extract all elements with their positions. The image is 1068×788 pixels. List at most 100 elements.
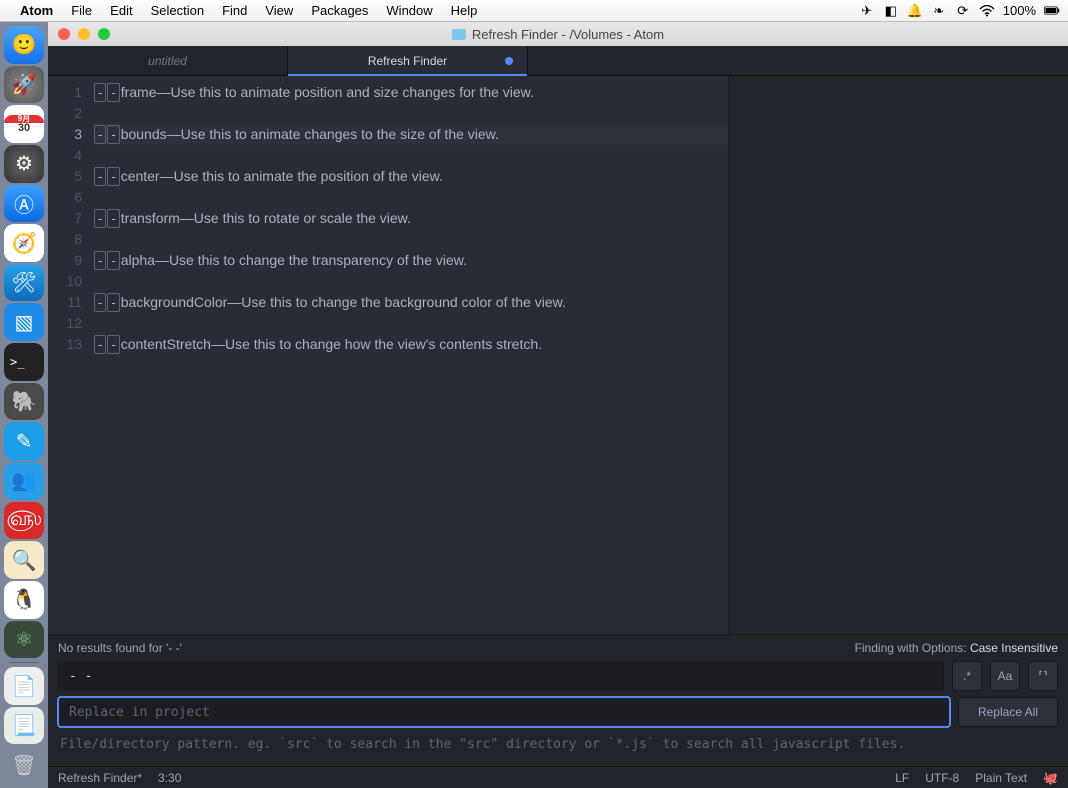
line-number[interactable]: 5 bbox=[48, 166, 82, 187]
dock-netease-icon[interactable]: ௵ bbox=[4, 502, 44, 540]
dock-separator bbox=[9, 662, 39, 663]
window-minimize-button[interactable] bbox=[78, 28, 90, 40]
menu-selection[interactable]: Selection bbox=[151, 3, 204, 18]
dock-maps-icon[interactable]: 🔍 bbox=[4, 541, 44, 579]
menu-file[interactable]: File bbox=[71, 3, 92, 18]
dock-calendar-icon[interactable]: 9月30 bbox=[4, 105, 44, 143]
find-wholeword-button[interactable]: ⸢⸣ bbox=[1028, 661, 1058, 691]
invisible-char: - bbox=[94, 335, 106, 354]
window-zoom-button[interactable] bbox=[98, 28, 110, 40]
line-text: frame—Use this to animate position and s… bbox=[121, 84, 534, 100]
dock-doc2-icon[interactable]: 📃 bbox=[4, 707, 44, 745]
dock-launchpad-icon[interactable]: 🚀 bbox=[4, 66, 44, 104]
status-app-icon[interactable]: ◧ bbox=[883, 3, 899, 19]
editor-lines[interactable]: --frame—Use this to animate position and… bbox=[90, 76, 728, 634]
dock-finder-icon[interactable]: 🙂 bbox=[4, 26, 44, 64]
dock-xcode-icon[interactable]: 🛠 bbox=[4, 264, 44, 302]
status-sync-icon[interactable]: ⟳ bbox=[955, 3, 971, 19]
find-regex-button[interactable]: .* bbox=[952, 661, 982, 691]
editor-line[interactable] bbox=[94, 103, 728, 124]
editor-line[interactable]: --frame—Use this to animate position and… bbox=[94, 82, 728, 103]
line-text: backgroundColor—Use this to change the b… bbox=[121, 294, 566, 310]
find-options-label: Finding with Options: Case Insensitive bbox=[855, 641, 1058, 655]
line-number[interactable]: 7 bbox=[48, 208, 82, 229]
line-number[interactable]: 3 bbox=[48, 124, 82, 145]
dock-atom-icon[interactable]: ⚛ bbox=[4, 621, 44, 659]
editor-line[interactable] bbox=[94, 145, 728, 166]
line-number[interactable]: 11 bbox=[48, 292, 82, 313]
editor-line[interactable]: --backgroundColor—Use this to change the… bbox=[94, 292, 728, 313]
editor-line[interactable] bbox=[94, 313, 728, 334]
line-number[interactable]: 13 bbox=[48, 334, 82, 355]
editor-line[interactable]: --center—Use this to animate the positio… bbox=[94, 166, 728, 187]
line-number[interactable]: 4 bbox=[48, 145, 82, 166]
window-titlebar[interactable]: Refresh Finder - /Volumes - Atom bbox=[48, 22, 1068, 46]
menu-edit[interactable]: Edit bbox=[110, 3, 132, 18]
line-number[interactable]: 12 bbox=[48, 313, 82, 334]
find-case-button[interactable]: Aa bbox=[990, 661, 1020, 691]
dock-doc-icon[interactable]: 📄 bbox=[4, 667, 44, 705]
line-text: transform—Use this to rotate or scale th… bbox=[121, 210, 411, 226]
status-grammar[interactable]: Plain Text bbox=[975, 771, 1027, 785]
invisible-char: - bbox=[107, 83, 119, 102]
line-text: center—Use this to animate the position … bbox=[121, 168, 443, 184]
line-number[interactable]: 1 bbox=[48, 82, 82, 103]
line-number[interactable]: 6 bbox=[48, 187, 82, 208]
dock-appstore-icon[interactable]: Ⓐ bbox=[4, 185, 44, 223]
window-close-button[interactable] bbox=[58, 28, 70, 40]
editor-line[interactable] bbox=[94, 229, 728, 250]
line-number[interactable]: 8 bbox=[48, 229, 82, 250]
line-number[interactable]: 10 bbox=[48, 271, 82, 292]
dock-evernote-icon[interactable]: 🐘 bbox=[4, 383, 44, 421]
replace-all-button[interactable]: Replace All bbox=[958, 697, 1058, 727]
menu-find[interactable]: Find bbox=[222, 3, 247, 18]
dock-mweb-icon[interactable]: ✎ bbox=[4, 422, 44, 460]
line-number[interactable]: 9 bbox=[48, 250, 82, 271]
menu-packages[interactable]: Packages bbox=[311, 3, 368, 18]
status-cursor-position[interactable]: 3:30 bbox=[158, 771, 181, 785]
menu-view[interactable]: View bbox=[265, 3, 293, 18]
invisible-char: - bbox=[94, 251, 106, 270]
find-and-replace-panel: No results found for '- -' Finding with … bbox=[48, 634, 1068, 766]
menu-help[interactable]: Help bbox=[451, 3, 478, 18]
invisible-char: - bbox=[94, 125, 106, 144]
tab-refresh-finder[interactable]: Refresh Finder bbox=[288, 46, 528, 75]
line-text: bounds—Use this to animate changes to th… bbox=[121, 126, 499, 142]
status-wifi-icon[interactable] bbox=[979, 3, 995, 19]
editor-line[interactable]: --contentStretch—Use this to change how … bbox=[94, 334, 728, 355]
line-number[interactable]: 2 bbox=[48, 103, 82, 124]
macos-menubar: Atom File Edit Selection Find View Packa… bbox=[0, 0, 1068, 22]
menu-app[interactable]: Atom bbox=[20, 3, 53, 18]
replace-input[interactable] bbox=[58, 697, 950, 727]
line-text: alpha—Use this to change the transparenc… bbox=[121, 252, 467, 268]
editor-line[interactable] bbox=[94, 271, 728, 292]
dock-app-blue-icon[interactable]: ▧ bbox=[4, 303, 44, 341]
macos-dock: 🙂 🚀 9月30 ⚙ Ⓐ 🧭 🛠 ▧ >_ 🐘 ✎ 👥 ௵ 🔍 🐧 ⚛ 📄 📃 … bbox=[0, 22, 48, 788]
menu-window[interactable]: Window bbox=[386, 3, 432, 18]
editor-line[interactable]: --alpha—Use this to change the transpare… bbox=[94, 250, 728, 271]
status-evernote-icon[interactable]: ❧ bbox=[931, 3, 947, 19]
editor-line[interactable]: --bounds—Use this to animate changes to … bbox=[94, 124, 728, 145]
dock-systemprefs-icon[interactable]: ⚙ bbox=[4, 145, 44, 183]
line-number-gutter[interactable]: 12345678910111213 bbox=[48, 76, 90, 634]
invisible-char: - bbox=[107, 167, 119, 186]
dock-trash-icon[interactable]: 🗑 bbox=[4, 746, 44, 784]
dock-terminal-icon[interactable]: >_ bbox=[4, 343, 44, 381]
folder-icon bbox=[452, 29, 466, 40]
dock-qq-icon[interactable]: 🐧 bbox=[4, 581, 44, 619]
status-send-icon[interactable]: ✈ bbox=[859, 3, 875, 19]
dock-contacts-icon[interactable]: 👥 bbox=[4, 462, 44, 500]
editor-line[interactable] bbox=[94, 187, 728, 208]
text-editor[interactable]: 12345678910111213 --frame—Use this to an… bbox=[48, 76, 1068, 634]
editor-line[interactable]: --transform—Use this to rotate or scale … bbox=[94, 208, 728, 229]
invisible-char: - bbox=[107, 293, 119, 312]
find-result-message: No results found for '- -' bbox=[58, 641, 847, 655]
status-line-ending[interactable]: LF bbox=[895, 771, 909, 785]
dock-safari-icon[interactable]: 🧭 bbox=[4, 224, 44, 262]
find-input[interactable] bbox=[58, 661, 944, 691]
status-file[interactable]: Refresh Finder* bbox=[58, 771, 142, 785]
status-github-icon[interactable]: 🐙 bbox=[1043, 771, 1058, 785]
tab-untitled[interactable]: untitled bbox=[48, 46, 288, 75]
status-bell-icon[interactable]: 🔔 bbox=[907, 3, 923, 19]
status-encoding[interactable]: UTF-8 bbox=[925, 771, 959, 785]
